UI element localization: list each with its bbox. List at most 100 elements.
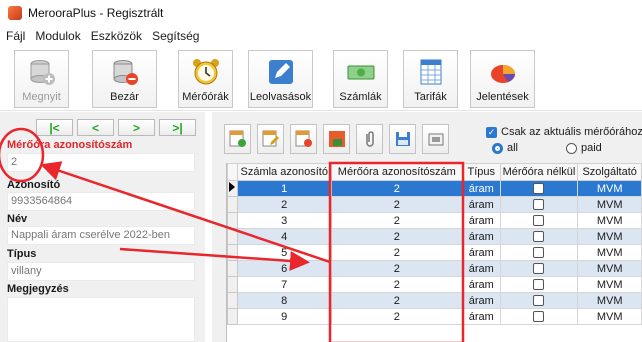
- cell-invoice-id: 5: [236, 244, 332, 261]
- row-selector[interactable]: [227, 276, 238, 293]
- cell-provider: MVM: [577, 180, 642, 197]
- menu-help[interactable]: Segítség: [152, 29, 199, 43]
- cell-provider: MVM: [577, 212, 642, 229]
- open-button[interactable]: Megnyit: [14, 50, 69, 108]
- database-remove-icon: [113, 60, 138, 85]
- title-bar: MerooraPlus - Regisztrált: [0, 0, 642, 26]
- row-selector[interactable]: [227, 180, 238, 197]
- table-row[interactable]: 6 2 áram MVM: [227, 260, 642, 277]
- table-row[interactable]: 2 2 áram MVM: [227, 196, 642, 213]
- cell-no-meter[interactable]: [499, 308, 579, 325]
- menu-tools[interactable]: Eszközök: [91, 29, 142, 43]
- radio-all[interactable]: all: [492, 142, 518, 154]
- prev-record-button[interactable]: <: [77, 119, 114, 136]
- table-row[interactable]: 9 2 áram MVM: [227, 308, 642, 325]
- close-button[interactable]: Bezár: [92, 50, 157, 108]
- cell-invoice-id: 7: [236, 276, 332, 293]
- checkbox[interactable]: [533, 311, 545, 323]
- cell-provider: MVM: [577, 260, 642, 277]
- checkbox[interactable]: [533, 231, 545, 243]
- only-current-filter[interactable]: ✓ Csak az aktuális mérőórához t: [486, 126, 642, 138]
- meters-button[interactable]: Mérőórák: [178, 50, 233, 108]
- invoices-button[interactable]: Számlák: [333, 50, 388, 108]
- meter-id-field[interactable]: 2: [7, 153, 195, 172]
- cell-meter-id: 2: [330, 228, 464, 245]
- edit-invoice-button[interactable]: [257, 124, 284, 154]
- row-selector[interactable]: [227, 212, 238, 229]
- cell-type: áram: [462, 276, 501, 293]
- save-button[interactable]: [389, 124, 416, 154]
- name-label: Név: [7, 213, 28, 225]
- column-header-no-meter[interactable]: Mérőóra nélkül: [499, 163, 579, 181]
- cell-meter-id: 2: [330, 292, 464, 309]
- database-add-icon: [30, 60, 55, 85]
- cell-type: áram: [462, 292, 501, 309]
- export-button[interactable]: [323, 124, 350, 154]
- cell-no-meter[interactable]: [499, 292, 579, 309]
- checkbox[interactable]: [533, 295, 545, 307]
- delete-invoice-button[interactable]: [290, 124, 317, 154]
- first-record-button[interactable]: |<: [36, 119, 73, 136]
- note-field[interactable]: [7, 297, 195, 342]
- column-header-invoice-id[interactable]: Számla azonosító: [236, 163, 332, 181]
- cell-no-meter[interactable]: [499, 260, 579, 277]
- menu-file[interactable]: Fájl: [6, 29, 25, 43]
- row-selector[interactable]: [227, 228, 238, 245]
- checkbox[interactable]: [533, 199, 545, 211]
- cell-invoice-id: 9: [236, 308, 332, 325]
- name-field[interactable]: Nappali áram cserélve 2022-ben: [7, 226, 195, 245]
- radio-paid-label: paid: [581, 142, 602, 154]
- attach-button[interactable]: [356, 124, 383, 154]
- radio-paid[interactable]: paid: [566, 142, 602, 154]
- table-edit-icon: [262, 130, 279, 147]
- row-selector[interactable]: [227, 292, 238, 309]
- checkbox[interactable]: [533, 183, 545, 195]
- add-invoice-button[interactable]: [224, 124, 251, 154]
- table-row[interactable]: 7 2 áram MVM: [227, 276, 642, 293]
- table-row[interactable]: 8 2 áram MVM: [227, 292, 642, 309]
- readings-button[interactable]: Leolvasások: [248, 50, 313, 108]
- table-row[interactable]: 5 2 áram MVM: [227, 244, 642, 261]
- tariffs-button[interactable]: Tarifák: [403, 50, 458, 108]
- cell-type: áram: [462, 180, 501, 197]
- menu-modules[interactable]: Modulok: [35, 29, 80, 43]
- identifier-field[interactable]: 9933564864: [7, 192, 195, 211]
- cell-no-meter[interactable]: [499, 212, 579, 229]
- type-field[interactable]: villany: [7, 262, 195, 281]
- paperclip-icon: [365, 131, 374, 147]
- last-record-button[interactable]: >|: [159, 119, 196, 136]
- checkbox[interactable]: [533, 215, 545, 227]
- cell-type: áram: [462, 212, 501, 229]
- column-header-meter-id[interactable]: Mérőóra azonosítószám: [330, 163, 464, 181]
- readings-button-label: Leolvasások: [249, 91, 312, 103]
- reports-button[interactable]: Jelentések: [470, 50, 535, 108]
- cell-no-meter[interactable]: [499, 244, 579, 261]
- radio-unselected-icon: [566, 142, 577, 154]
- row-selector[interactable]: [227, 244, 238, 261]
- app-icon: [8, 6, 22, 20]
- cell-type: áram: [462, 260, 501, 277]
- cell-meter-id: 2: [330, 196, 464, 213]
- cell-invoice-id: 8: [236, 292, 332, 309]
- cell-provider: MVM: [577, 276, 642, 293]
- column-header-type[interactable]: Típus: [462, 163, 501, 181]
- table-row[interactable]: 4 2 áram MVM: [227, 228, 642, 245]
- checkbox[interactable]: [533, 247, 545, 259]
- row-selector[interactable]: [227, 196, 238, 213]
- cell-no-meter[interactable]: [499, 180, 579, 197]
- cell-no-meter[interactable]: [499, 276, 579, 293]
- cell-no-meter[interactable]: [499, 228, 579, 245]
- next-record-button[interactable]: >: [118, 119, 155, 136]
- row-selector[interactable]: [227, 308, 238, 325]
- cell-no-meter[interactable]: [499, 196, 579, 213]
- row-selector[interactable]: [227, 260, 238, 277]
- radio-all-label: all: [507, 142, 519, 154]
- checkbox[interactable]: [533, 279, 545, 291]
- column-header-provider[interactable]: Szolgáltató: [577, 163, 642, 181]
- restore-button[interactable]: [422, 124, 449, 154]
- checkbox[interactable]: [533, 263, 545, 275]
- identifier-label: Azonosító: [7, 179, 61, 191]
- table-row[interactable]: 3 2 áram MVM: [227, 212, 642, 229]
- table-row[interactable]: 1 2 áram MVM: [227, 180, 642, 197]
- menu-bar: Fájl Modulok Eszközök Segítség: [0, 26, 642, 46]
